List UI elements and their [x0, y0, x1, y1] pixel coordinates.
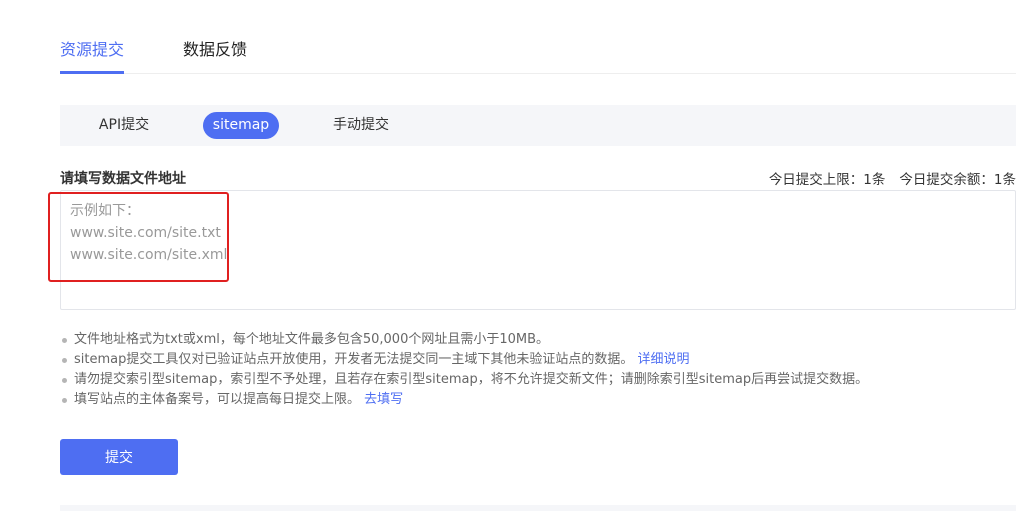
note-item: 文件地址格式为txt或xml，每个地址文件最多包含50,000个网址且需小于10… [60, 330, 868, 350]
bullet-dot-icon [62, 378, 67, 383]
quota-remaining: 今日提交余额：1条 [899, 172, 1016, 188]
submit-method-tabs: API提交 sitemap 手动提交 [60, 105, 1016, 146]
note-text: 文件地址格式为txt或xml，每个地址文件最多包含50,000个网址且需小于10… [74, 332, 550, 347]
bottom-divider [60, 505, 1016, 511]
quota-info: 今日提交上限：1条 今日提交余额：1条 [769, 168, 1016, 188]
note-text: 请勿提交索引型sitemap，索引型不予处理，且若存在索引型sitemap，将不… [74, 372, 869, 387]
tab-resource-submit[interactable]: 资源提交 [60, 39, 125, 74]
quota-limit: 今日提交上限：1条 [768, 172, 886, 188]
note-item: 请勿提交索引型sitemap，索引型不予处理，且若存在索引型sitemap，将不… [60, 370, 868, 390]
bullet-dot-icon [62, 358, 67, 363]
note-text: 填写站点的主体备案号，可以提高每日提交上限。 [74, 392, 361, 407]
note-item: 填写站点的主体备案号，可以提高每日提交上限。 去填写 [60, 390, 868, 410]
note-item: sitemap提交工具仅对已验证站点开放使用，开发者无法提交同一主域下其他未验证… [60, 350, 868, 370]
notes-list: 文件地址格式为txt或xml，每个地址文件最多包含50,000个网址且需小于10… [60, 330, 868, 410]
tab-data-feedback[interactable]: 数据反馈 [183, 39, 247, 61]
tab-api-submit[interactable]: API提交 [98, 112, 150, 139]
tab-sitemap[interactable]: sitemap [203, 112, 279, 139]
fill-in-link[interactable]: 去填写 [364, 392, 403, 407]
submit-button[interactable]: 提交 [60, 439, 178, 475]
bullet-dot-icon [62, 398, 67, 403]
url-field-label: 请填写数据文件地址 [60, 171, 186, 187]
bullet-dot-icon [62, 338, 67, 343]
sitemap-url-textarea[interactable] [60, 190, 1016, 310]
note-text: sitemap提交工具仅对已验证站点开放使用，开发者无法提交同一主域下其他未验证… [74, 352, 634, 367]
details-link[interactable]: 详细说明 [638, 352, 690, 367]
tab-manual-submit[interactable]: 手动提交 [332, 112, 390, 139]
top-tab-bar: 资源提交 数据反馈 [60, 36, 1016, 74]
